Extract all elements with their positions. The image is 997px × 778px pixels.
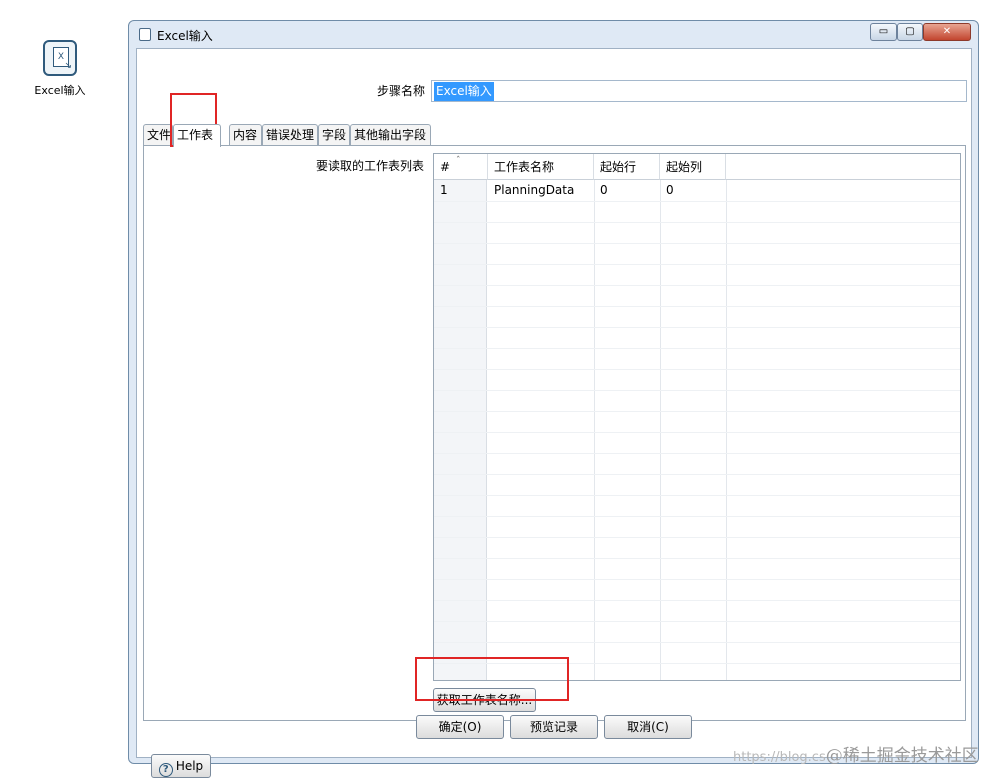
col-header-start-col[interactable]: 起始列 xyxy=(660,154,726,180)
grid-row-line xyxy=(434,369,960,370)
step-name-value: Excel输入 xyxy=(434,82,494,101)
tab-sheet[interactable]: 工作表 xyxy=(173,124,221,147)
col-header-sheet-name[interactable]: 工作表名称 xyxy=(488,154,594,180)
grid-row-line xyxy=(434,495,960,496)
col-header-start-row[interactable]: 起始行 xyxy=(594,154,660,180)
desktop-excel-input-icon[interactable]: X ↘ Excel输入 xyxy=(30,40,90,98)
row-number-column xyxy=(434,180,487,680)
step-name-label: 步骤名称 xyxy=(377,84,426,98)
sheet-table: # ˆ 工作表名称 起始行 起始列 1 PlanningData 0 0 xyxy=(433,153,961,681)
col-header-index[interactable]: # ˆ xyxy=(434,154,488,180)
grid-row-line xyxy=(434,474,960,475)
tab-fields[interactable]: 字段 xyxy=(318,124,350,146)
dialog-body: 步骤名称 Excel输入 文件 工作表 内容 错误处理 字段 其他输出字段 要读… xyxy=(136,48,972,778)
grid-row-line xyxy=(434,327,960,328)
tab-file[interactable]: 文件 xyxy=(143,124,173,146)
help-button[interactable]: ? Help xyxy=(151,754,211,778)
cancel-button[interactable]: 取消(C) xyxy=(604,715,692,739)
grid-row-line xyxy=(434,390,960,391)
grid-line xyxy=(660,180,661,680)
cell-sheet-name[interactable]: PlanningData xyxy=(488,180,574,200)
grid-row-line xyxy=(434,558,960,559)
annotation-box-get-names xyxy=(415,657,569,701)
sort-caret-icon: ˆ xyxy=(456,156,461,166)
sheet-tab-panel: 要读取的工作表列表 # ˆ 工作表名称 起始行 起始列 1 PlanningDa… xyxy=(143,145,966,721)
grid-row-line xyxy=(434,432,960,433)
grid-row-line xyxy=(434,411,960,412)
cell-start-col[interactable]: 0 xyxy=(660,180,674,200)
grid-row-line xyxy=(434,348,960,349)
excel-file-icon: X ↘ xyxy=(43,40,77,76)
tab-content[interactable]: 内容 xyxy=(229,124,262,146)
app-icon xyxy=(139,28,151,41)
grid-row-line xyxy=(434,453,960,454)
grid-row-line xyxy=(434,642,960,643)
preview-button[interactable]: 预览记录 xyxy=(510,715,598,739)
grid-row-line xyxy=(434,600,960,601)
watermark: https://blog.cs@稀土掘金技术社区 xyxy=(733,746,979,766)
grid-row-line xyxy=(434,285,960,286)
grid-row-line xyxy=(434,306,960,307)
col-header-filler xyxy=(726,154,960,180)
cell-index: 1 xyxy=(440,183,448,197)
grid-row-line xyxy=(434,516,960,517)
excel-input-dialog: Excel输入 ▭ ▢ ✕ 步骤名称 Excel输入 文件 工作表 内容 错误处… xyxy=(128,20,979,778)
maximize-button[interactable]: ▢ xyxy=(897,23,923,41)
desktop-icon-label: Excel输入 xyxy=(34,84,86,97)
grid-row-line xyxy=(434,222,960,223)
tab-error-handling[interactable]: 错误处理 xyxy=(262,124,318,146)
grid-row-line xyxy=(434,579,960,580)
help-icon: ? xyxy=(158,762,173,777)
sheet-list-label: 要读取的工作表列表 xyxy=(316,159,425,173)
grid-line xyxy=(594,180,595,680)
cell-start-row[interactable]: 0 xyxy=(594,180,608,200)
tab-additional-output-fields[interactable]: 其他输出字段 xyxy=(350,124,431,146)
grid-row-line xyxy=(434,243,960,244)
window-title: Excel输入 xyxy=(157,29,213,43)
step-name-input[interactable]: Excel输入 xyxy=(431,80,967,102)
grid-row-line xyxy=(434,621,960,622)
grid-row-line xyxy=(434,201,960,202)
close-button[interactable]: ✕ xyxy=(923,23,971,41)
minimize-button[interactable]: ▭ xyxy=(870,23,897,41)
ok-button[interactable]: 确定(O) xyxy=(416,715,504,739)
grid-row-line xyxy=(434,537,960,538)
grid-row-line xyxy=(434,264,960,265)
grid-line xyxy=(726,180,727,680)
title-bar[interactable]: Excel输入 ▭ ▢ ✕ xyxy=(129,21,978,47)
